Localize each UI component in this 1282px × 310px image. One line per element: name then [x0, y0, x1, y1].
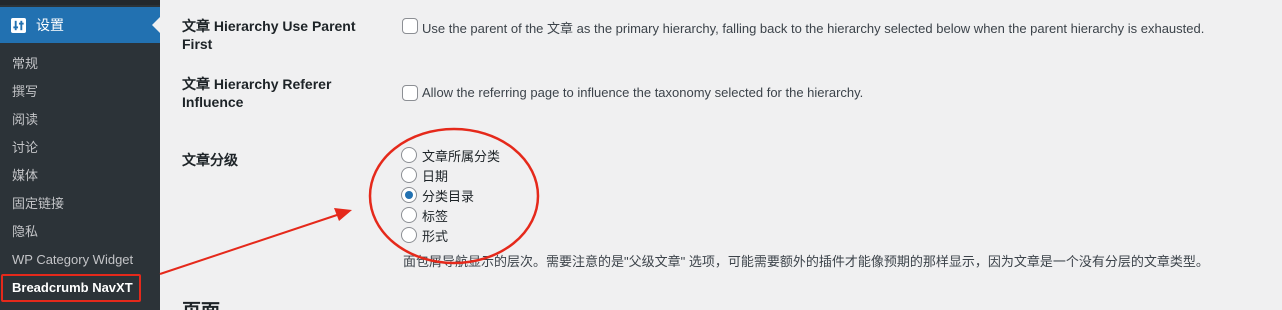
- radio-button-checked[interactable]: [401, 187, 417, 203]
- hierarchy-use-parent-description: Use the parent of the 文章 as the primary …: [422, 21, 1205, 36]
- submenu-item-breadcrumb-navxt[interactable]: Breadcrumb NavXT: [0, 274, 160, 302]
- post-hierarchy-description: 面包屑导航显示的层次。需要注意的是"父级文章" 选项，可能需要额外的插件才能像预…: [403, 254, 1209, 269]
- radio-option-category[interactable]: 分类目录: [401, 185, 474, 205]
- section-title-pages: 页面: [182, 296, 220, 310]
- settings-submenu: 常规 撰写 阅读 讨论 媒体 固定链接 隐私 WP Category Widge…: [0, 50, 160, 302]
- submenu-item-discussion[interactable]: 讨论: [0, 134, 160, 162]
- radio-button[interactable]: [401, 227, 417, 243]
- sidebar-top-strip: [0, 0, 160, 5]
- menu-settings-label: 设置: [36, 17, 64, 33]
- radio-button[interactable]: [401, 147, 417, 163]
- submenu-item-privacy[interactable]: 隐私: [0, 218, 160, 246]
- radio-button[interactable]: [401, 207, 417, 223]
- radio-option-label: 日期: [422, 168, 449, 184]
- submenu-item-reading[interactable]: 阅读: [0, 106, 160, 134]
- post-hierarchy-label: 文章分级: [182, 152, 238, 168]
- radio-option-post-category[interactable]: 文章所属分类: [401, 145, 500, 165]
- radio-button[interactable]: [401, 167, 417, 183]
- radio-option-label: 形式: [422, 228, 449, 244]
- submenu-item-media[interactable]: 媒体: [0, 162, 160, 190]
- hierarchy-referer-label: 文章 Hierarchy Referer Influence: [182, 75, 382, 111]
- radio-option-label: 分类目录: [422, 188, 475, 204]
- radio-option-label: 标签: [422, 208, 449, 224]
- settings-sliders-icon: [11, 17, 26, 33]
- submenu-item-wp-category-widget[interactable]: WP Category Widget: [0, 246, 160, 274]
- hierarchy-referer-label-line1: 文章 Hierarchy Referer: [182, 76, 332, 92]
- admin-sidebar: 设置 常规 撰写 阅读 讨论 媒体 固定链接 隐私 WP Category Wi…: [0, 0, 160, 310]
- radio-option-format[interactable]: 形式: [401, 225, 448, 245]
- hierarchy-use-parent-checkbox[interactable]: [402, 18, 418, 34]
- submenu-item-permalinks[interactable]: 固定链接: [0, 190, 160, 218]
- radio-option-label: 文章所属分类: [422, 148, 501, 164]
- menu-settings[interactable]: 设置: [0, 7, 160, 43]
- hierarchy-referer-description: Allow the referring page to influence th…: [422, 85, 864, 100]
- hierarchy-use-parent-label: 文章 Hierarchy Use Parent First: [182, 18, 356, 52]
- hierarchy-referer-label-line2: Influence: [182, 94, 244, 110]
- hierarchy-referer-checkbox[interactable]: [402, 85, 418, 101]
- settings-content: 文章 Hierarchy Use Parent First Use the pa…: [160, 0, 1282, 310]
- radio-option-date[interactable]: 日期: [401, 165, 448, 185]
- submenu-item-general[interactable]: 常规: [0, 50, 160, 78]
- radio-option-tag[interactable]: 标签: [401, 205, 448, 225]
- submenu-item-writing[interactable]: 撰写: [0, 78, 160, 106]
